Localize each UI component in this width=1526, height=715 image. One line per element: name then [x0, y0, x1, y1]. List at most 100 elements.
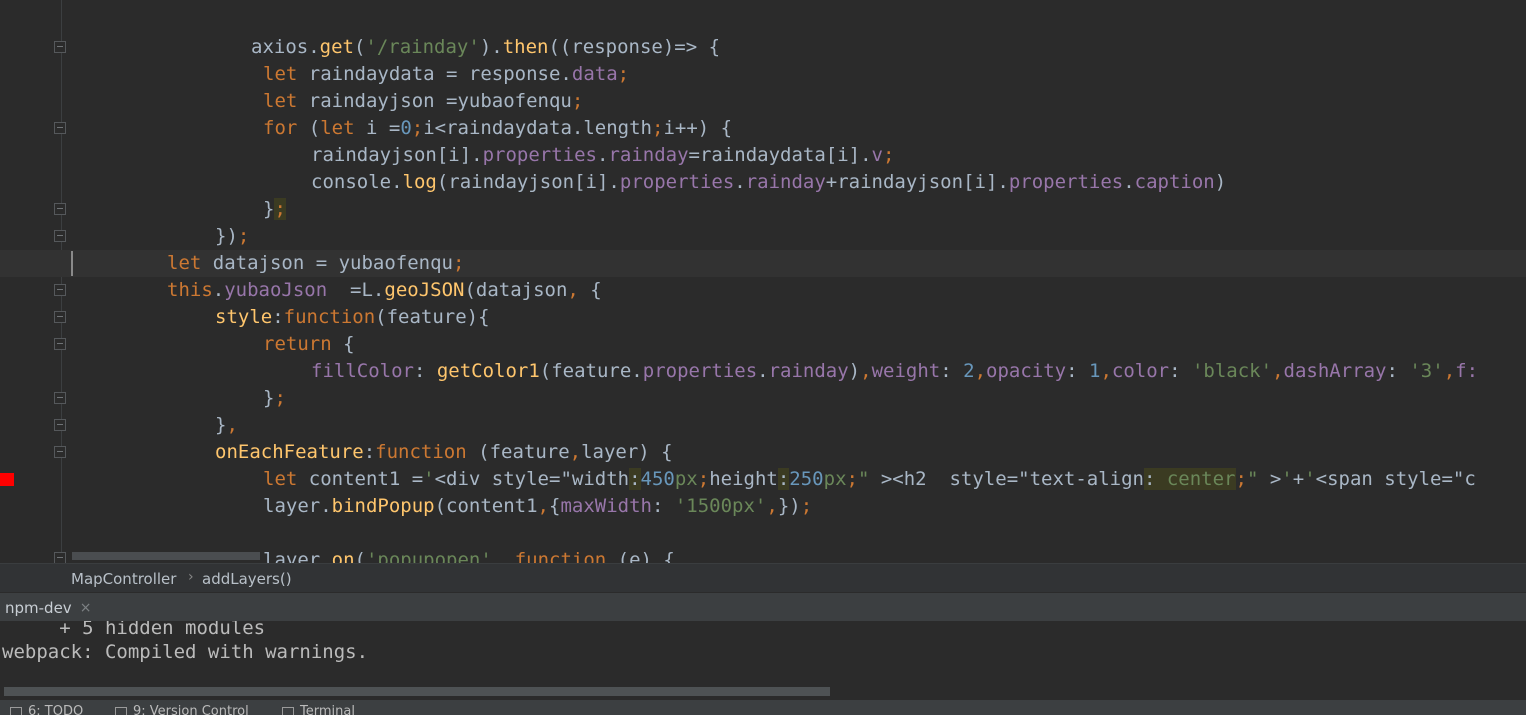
code-token: properties: [1008, 171, 1124, 193]
fold-marker-icon[interactable]: [54, 311, 66, 323]
code-token: ,: [567, 279, 591, 301]
code-token: .: [1123, 171, 1135, 193]
fold-marker-icon[interactable]: [54, 552, 66, 563]
code-line[interactable]: axios.get('/rainday').then((response)=> …: [0, 34, 1526, 61]
code-token: rainday: [745, 171, 826, 193]
code-text: onEachFeature:function (feature,layer) {: [215, 439, 673, 466]
code-token: ;: [800, 495, 813, 517]
editor-horizontal-scrollbar[interactable]: [72, 552, 260, 560]
code-token: maxWidth: [560, 495, 652, 517]
code-token: >: [1269, 468, 1282, 490]
code-token: height: [709, 468, 778, 490]
code-token: :: [1169, 360, 1192, 382]
todo-tool-button[interactable]: 6: TODO: [10, 704, 83, 715]
fold-marker-icon[interactable]: [54, 41, 66, 53]
console-output[interactable]: + 5 hidden modules webpack: Compiled wit…: [0, 621, 1526, 687]
code-line[interactable]: let raindayjson =yubaofenqu;: [0, 88, 1526, 115]
console-horizontal-scrollbar[interactable]: [4, 687, 830, 696]
code-token: ): [848, 360, 861, 382]
code-token: raindaydata = response.: [308, 63, 572, 85]
code-token: <span style="c: [1315, 468, 1476, 490]
code-line[interactable]: };: [0, 196, 1526, 223]
breadcrumb: MapController › addLayers(): [0, 563, 1526, 593]
breadcrumb-item[interactable]: addLayers(): [202, 570, 292, 588]
code-token: dashArray: [1283, 360, 1387, 382]
code-token: get: [319, 36, 354, 58]
code-token: ,: [1443, 360, 1456, 382]
code-token: <div style="width: [434, 468, 630, 490]
code-token: layer) {: [581, 441, 673, 463]
code-token: }: [263, 198, 275, 220]
code-line[interactable]: fillColor: getColor1(feature.properties.…: [0, 358, 1526, 385]
code-line[interactable]: };: [0, 385, 1526, 412]
tab-label: npm-dev: [5, 598, 72, 617]
code-token: this: [167, 279, 213, 301]
code-token: let: [263, 468, 309, 490]
code-text: let raindayjson =yubaofenqu;: [263, 88, 583, 115]
code-line[interactable]: },: [0, 412, 1526, 439]
code-line[interactable]: onEachFeature:function (feature,layer) {: [0, 439, 1526, 466]
code-token: ;: [652, 117, 664, 139]
current-code-line[interactable]: let datajson = yubaofenqu;: [0, 250, 1526, 277]
code-token: content1 =: [308, 468, 424, 490]
code-token: ,: [1272, 360, 1284, 382]
code-token: center: [1166, 468, 1236, 490]
code-token: ((response)=> {: [548, 36, 721, 58]
status-bar: 6: TODO 9: Version Control Terminal: [0, 700, 1526, 715]
code-token: :: [413, 360, 437, 382]
code-token: let: [263, 90, 309, 112]
fold-marker-icon[interactable]: [54, 230, 66, 242]
code-text: layer.on('popupopen', function (e) {: [263, 547, 675, 563]
code-token: then: [502, 36, 549, 58]
breakpoint-icon[interactable]: [0, 473, 14, 486]
close-icon[interactable]: ×: [80, 600, 92, 616]
version-control-tool-button[interactable]: 9: Version Control: [115, 704, 249, 715]
code-token: 'popupopen': [365, 549, 492, 563]
code-token: (: [308, 117, 321, 139]
tab-npm-dev[interactable]: npm-dev ×: [0, 593, 96, 622]
code-line[interactable]: style:function(feature){: [0, 304, 1526, 331]
fold-marker-icon[interactable]: [54, 446, 66, 458]
breadcrumb-item[interactable]: MapController: [71, 570, 176, 588]
code-line[interactable]: this.yubaoJson =L.geoJSON(datajson, {: [0, 277, 1526, 304]
code-line[interactable]: raindayjson[i].properties.rainday=rainda…: [0, 142, 1526, 169]
code-token: :: [1386, 360, 1410, 382]
fold-marker-icon[interactable]: [54, 122, 66, 134]
code-line[interactable]: for (let i =0;i<raindaydata.length;i++) …: [0, 115, 1526, 142]
code-token: ,: [569, 441, 582, 463]
code-token: color: [1111, 360, 1170, 382]
code-token: ;: [617, 63, 630, 85]
code-line[interactable]: return {: [0, 331, 1526, 358]
code-token: =raindaydata[i].: [688, 144, 872, 166]
code-text: return {: [263, 331, 355, 358]
code-text: let raindaydata = response.data;: [263, 61, 629, 88]
code-line[interactable]: console.log(raindayjson[i].properties.ra…: [0, 169, 1526, 196]
code-token: (e) {: [617, 549, 675, 563]
code-token: axios.: [251, 36, 320, 58]
code-token: datajson = yubaofenqu: [212, 252, 453, 274]
code-line[interactable]: let raindaydata = response.data;: [0, 61, 1526, 88]
code-line[interactable]: [0, 520, 1526, 547]
code-line[interactable]: });: [0, 223, 1526, 250]
fold-marker-icon[interactable]: [54, 419, 66, 431]
terminal-tool-button[interactable]: Terminal: [282, 704, 355, 715]
code-text: },: [215, 412, 238, 439]
code-token: geoJSON: [384, 279, 465, 301]
code-line[interactable]: let content1 ='<div style="width:450px;h…: [0, 466, 1526, 493]
code-editor[interactable]: axios.get('/rainday').then((response)=> …: [0, 0, 1526, 563]
fold-marker-icon[interactable]: [54, 338, 66, 350]
code-token: ;: [411, 117, 424, 139]
code-token: ': [1281, 468, 1293, 490]
fold-marker-icon[interactable]: [54, 284, 66, 296]
code-token: properties: [482, 144, 597, 166]
fold-marker-icon[interactable]: [54, 203, 66, 215]
code-token: {: [590, 279, 602, 301]
code-token: properties: [642, 360, 758, 382]
code-token: layer.: [263, 549, 332, 563]
code-token: ).: [479, 36, 503, 58]
code-token: :: [363, 441, 376, 463]
fold-marker-icon[interactable]: [54, 392, 66, 404]
todo-label: 6: TODO: [28, 704, 84, 715]
code-line[interactable]: layer.bindPopup(content1,{maxWidth: '150…: [0, 493, 1526, 520]
code-token: data: [571, 63, 618, 85]
